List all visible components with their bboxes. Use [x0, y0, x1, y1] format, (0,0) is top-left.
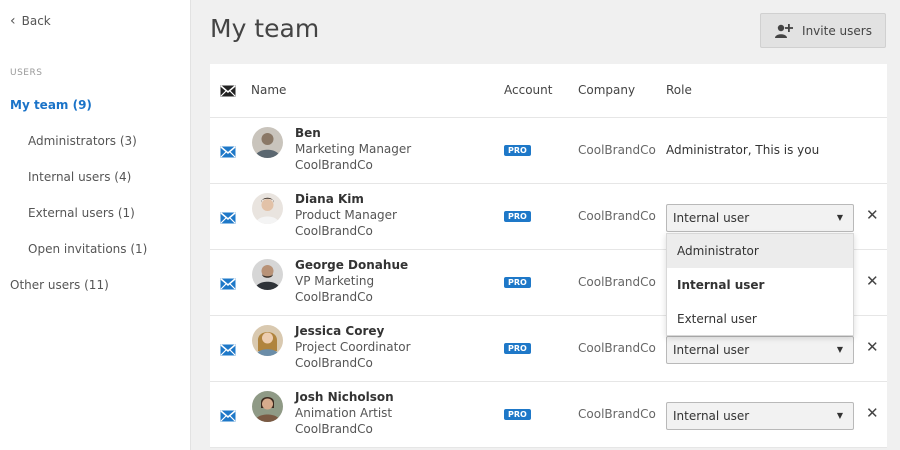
- column-header-company[interactable]: Company: [578, 83, 635, 97]
- invite-users-label: Invite users: [802, 23, 872, 38]
- user-name: Jessica Corey: [295, 324, 385, 338]
- user-name: Ben: [295, 126, 321, 140]
- user-company: CoolBrandCo: [578, 209, 656, 223]
- user-org: CoolBrandCo: [295, 422, 373, 436]
- sidebar-item-my-team[interactable]: My team (9): [10, 98, 92, 112]
- role-select-value: Internal user: [673, 409, 750, 423]
- pro-badge: PRO: [504, 409, 531, 420]
- caret-down-icon: ▼: [836, 345, 843, 354]
- pro-badge: PRO: [504, 211, 531, 222]
- avatar: [252, 193, 283, 224]
- mail-icon[interactable]: [220, 278, 236, 290]
- remove-user-icon[interactable]: ✕: [866, 338, 879, 356]
- user-title: Project Coordinator: [295, 340, 411, 354]
- role-select[interactable]: Internal user ▼: [666, 336, 854, 364]
- user-title: Marketing Manager: [295, 142, 412, 156]
- user-name: George Donahue: [295, 258, 409, 272]
- user-org: CoolBrandCo: [295, 290, 373, 304]
- user-name: Diana Kim: [295, 192, 364, 206]
- user-name: Josh Nicholson: [295, 390, 394, 404]
- back-label: Back: [21, 14, 51, 28]
- add-user-icon: [775, 23, 794, 38]
- remove-user-icon[interactable]: ✕: [866, 206, 879, 224]
- caret-down-icon: ▼: [836, 213, 843, 222]
- mail-icon[interactable]: [220, 344, 236, 356]
- column-header-name[interactable]: Name: [251, 83, 286, 97]
- table-row: Ben Marketing Manager CoolBrandCo PRO Co…: [210, 118, 887, 184]
- avatar: [252, 259, 283, 290]
- sidebar-item-open-invitations[interactable]: Open invitations (1): [28, 242, 147, 256]
- dropdown-option-administrator[interactable]: Administrator: [667, 234, 853, 268]
- pro-badge: PRO: [504, 145, 531, 156]
- user-company: CoolBrandCo: [578, 341, 656, 355]
- main-content: My team Invite users Name Account Compan…: [191, 0, 900, 450]
- remove-user-icon[interactable]: ✕: [866, 404, 879, 422]
- role-select[interactable]: Internal user ▼: [666, 402, 854, 430]
- role-select-value: Internal user: [673, 211, 750, 225]
- table-header: Name Account Company Role: [210, 64, 887, 118]
- sidebar: ‹ Back USERS My team (9) Administrators …: [0, 0, 191, 450]
- role-select-value: Internal user: [673, 343, 750, 357]
- invite-users-button[interactable]: Invite users: [760, 13, 886, 48]
- dropdown-option-external-user[interactable]: External user: [667, 302, 853, 336]
- caret-down-icon: ▼: [836, 411, 843, 420]
- user-company: CoolBrandCo: [578, 407, 656, 421]
- pro-badge: PRO: [504, 277, 531, 288]
- section-label-users: USERS: [10, 68, 43, 78]
- chevron-left-icon: ‹: [10, 13, 16, 29]
- user-company: CoolBrandCo: [578, 143, 656, 157]
- user-company: CoolBrandCo: [578, 275, 656, 289]
- role-dropdown-menu: Administrator Internal user External use…: [666, 233, 854, 336]
- user-title: Animation Artist: [295, 406, 393, 420]
- remove-user-icon[interactable]: ✕: [866, 272, 879, 290]
- sidebar-item-administrators[interactable]: Administrators (3): [28, 134, 137, 148]
- mail-icon[interactable]: [220, 146, 236, 158]
- column-header-role[interactable]: Role: [666, 83, 692, 97]
- user-role: Administrator, This is you: [666, 143, 820, 157]
- mail-all-icon[interactable]: [220, 85, 236, 97]
- mail-icon[interactable]: [220, 212, 236, 224]
- user-org: CoolBrandCo: [295, 356, 373, 370]
- dropdown-option-internal-user[interactable]: Internal user: [667, 268, 853, 302]
- sidebar-item-internal-users[interactable]: Internal users (4): [28, 170, 131, 184]
- pro-badge: PRO: [504, 343, 531, 354]
- user-title: VP Marketing: [295, 274, 375, 288]
- page-title: My team: [210, 14, 320, 43]
- sidebar-item-external-users[interactable]: External users (1): [28, 206, 135, 220]
- mail-icon[interactable]: [220, 410, 236, 422]
- avatar: [252, 391, 283, 422]
- avatar: [252, 127, 283, 158]
- column-header-account[interactable]: Account: [504, 83, 552, 97]
- avatar: [252, 325, 283, 356]
- user-title: Product Manager: [295, 208, 397, 222]
- table-row: Josh Nicholson Animation Artist CoolBran…: [210, 382, 887, 448]
- back-link[interactable]: ‹ Back: [10, 14, 51, 28]
- sidebar-item-other-users[interactable]: Other users (11): [10, 278, 109, 292]
- user-org: CoolBrandCo: [295, 224, 373, 238]
- role-select[interactable]: Internal user ▼: [666, 204, 854, 232]
- user-org: CoolBrandCo: [295, 158, 373, 172]
